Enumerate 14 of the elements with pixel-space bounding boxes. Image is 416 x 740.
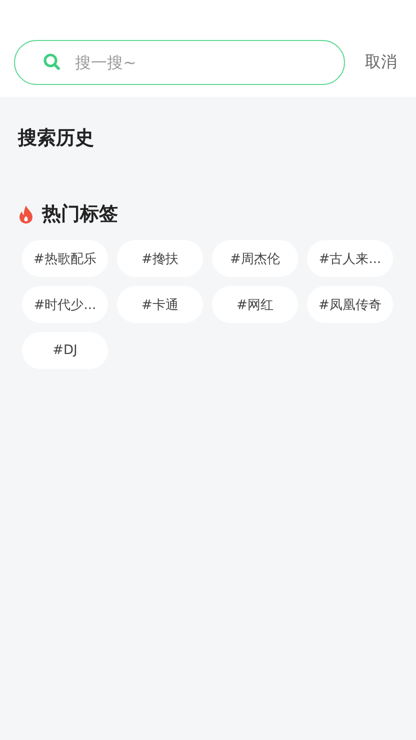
tag-chip[interactable]: #DJ [22,332,108,369]
tag-chip[interactable]: #古人来... [307,240,393,277]
tag-chip[interactable]: #时代少... [22,286,108,323]
search-history-heading: 搜索历史 [18,126,95,151]
search-field[interactable]: 搜一搜~ [14,40,345,85]
tag-chip[interactable]: #周杰伦 [212,240,298,277]
tag-chip[interactable]: #热歌配乐 [22,240,108,277]
hot-tags-heading: 热门标签 [42,202,118,227]
tag-chip[interactable]: #网红 [212,286,298,323]
flame-icon [18,204,34,224]
tag-chip[interactable]: #凤凰传奇 [307,286,393,323]
tag-chip[interactable]: #卡通 [117,286,203,323]
tag-chip[interactable]: #搀扶 [117,240,203,277]
cancel-button[interactable]: 取消 [365,40,397,85]
